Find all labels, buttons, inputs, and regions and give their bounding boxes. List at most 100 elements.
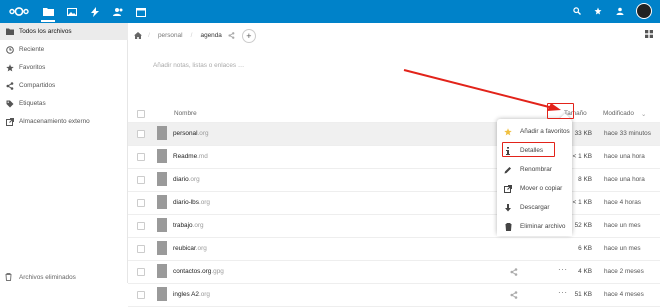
select-all-checkbox[interactable]	[137, 110, 145, 118]
menu-item-move-copy[interactable]: Mover o copiar	[497, 179, 572, 198]
folder-description-input[interactable]: Añadir notas, listas o enlaces …	[153, 62, 244, 69]
table-row[interactable]: Readme.md < 1 KB hace una hora	[128, 146, 660, 169]
table-row[interactable]: diario.org 8 KB hace una hora	[128, 169, 660, 192]
file-size: 4 KB	[578, 268, 592, 275]
share-icon[interactable]	[510, 291, 518, 299]
row-checkbox[interactable]	[137, 222, 145, 230]
file-modified: hace una hora	[604, 176, 645, 183]
external-icon	[5, 117, 14, 126]
menu-item-label: Descargar	[520, 204, 550, 211]
row-checkbox[interactable]	[137, 130, 145, 138]
folder-icon	[5, 27, 14, 36]
trash-icon	[504, 222, 512, 231]
file-modified: hace 4 meses	[604, 291, 644, 298]
sidebar-item-label: Todos los archivos	[19, 28, 72, 35]
share-icon[interactable]	[228, 32, 235, 39]
photos-icon[interactable]	[65, 5, 79, 18]
menu-item-rename[interactable]: Renombrar	[497, 160, 572, 179]
sidebar-item-favorites[interactable]: Favoritos	[0, 59, 128, 76]
sidebar-item-label: Archivos eliminados	[19, 273, 76, 281]
file-modified: hace una hora	[604, 153, 645, 160]
sidebar-item-external-storage[interactable]: Almacenamiento externo	[0, 113, 128, 130]
breadcrumb-personal[interactable]: personal	[154, 32, 187, 39]
breadcrumb-separator: /	[190, 32, 193, 39]
sidebar-item-label: Favoritos	[19, 64, 46, 71]
file-icon	[157, 241, 167, 255]
sidebar-item-label: Compartidos	[19, 82, 56, 89]
sidebar-item-tags[interactable]: Etiquetas	[0, 95, 128, 112]
annotation-highlight-more	[547, 103, 574, 119]
file-name[interactable]: personal.org	[173, 130, 209, 137]
breadcrumb-agenda[interactable]: agenda	[197, 32, 226, 39]
file-name[interactable]: Readme.md	[173, 153, 208, 160]
nextcloud-logo[interactable]	[8, 5, 30, 18]
calendar-icon[interactable]	[134, 5, 148, 18]
column-modified-header[interactable]: Modificado	[603, 110, 634, 117]
share-icon	[5, 81, 14, 90]
file-list-panel: / personal / agenda + Añadir notas, list…	[128, 23, 660, 307]
breadcrumb: / personal / agenda +	[134, 27, 256, 44]
file-name[interactable]: trabajo.org	[173, 222, 204, 229]
sidebar-item-label: Almacenamiento externo	[19, 118, 90, 125]
sort-desc-icon: ⌄	[641, 111, 647, 118]
menu-item-download[interactable]: Descargar	[497, 198, 572, 217]
contacts-menu-icon[interactable]	[614, 5, 626, 17]
annotation-highlight-details	[502, 142, 555, 157]
menu-item-label: Eliminar archivo	[520, 223, 566, 230]
add-new-button[interactable]: +	[241, 28, 256, 43]
search-icon[interactable]	[571, 5, 583, 17]
notifications-icon[interactable]	[592, 5, 604, 17]
table-row[interactable]: contactos.org.gpg ··· 4 KB hace 2 meses	[128, 261, 660, 284]
file-name[interactable]: diario-lbs.org	[173, 199, 210, 206]
file-modified: hace un mes	[604, 245, 641, 252]
contacts-icon[interactable]	[111, 5, 125, 18]
files-icon[interactable]	[41, 3, 55, 22]
file-icon	[157, 172, 167, 186]
file-icon	[157, 149, 167, 163]
tag-icon	[5, 99, 14, 108]
file-name[interactable]: diario.org	[173, 176, 200, 183]
table-row[interactable]: ingles A2.org ··· 51 KB hace 4 meses	[128, 284, 660, 307]
table-row[interactable]: reubicar.org 6 KB hace un mes	[128, 238, 660, 261]
home-icon[interactable]	[134, 32, 144, 39]
table-row[interactable]: diario-lbs.org < 1 KB hace 4 horas	[128, 192, 660, 215]
sidebar-item-all-files[interactable]: Todos los archivos	[0, 23, 128, 40]
download-icon	[504, 203, 512, 212]
external-icon	[504, 184, 512, 193]
row-checkbox[interactable]	[137, 176, 145, 184]
table-header: Nombre Tamaño Modificado ⌄	[128, 105, 660, 123]
file-modified: hace un mes	[604, 222, 641, 229]
row-checkbox[interactable]	[137, 268, 145, 276]
sidebar-item-shared[interactable]: Compartidos	[0, 77, 128, 94]
menu-item-delete[interactable]: Eliminar archivo	[497, 217, 572, 236]
table-row[interactable]: trabajo.org 52 KB hace un mes	[128, 215, 660, 238]
row-checkbox[interactable]	[137, 153, 145, 161]
file-name[interactable]: ingles A2.org	[173, 291, 210, 298]
sidebar-item-label: Reciente	[19, 46, 45, 53]
clock-icon	[5, 45, 14, 54]
avatar[interactable]	[636, 3, 652, 19]
sidebar-item-recent[interactable]: Reciente	[0, 41, 128, 58]
activity-icon[interactable]	[88, 5, 102, 18]
grid-view-icon[interactable]	[645, 30, 653, 38]
file-icon	[157, 195, 167, 209]
row-checkbox[interactable]	[137, 291, 145, 299]
file-icon	[157, 126, 167, 140]
file-name[interactable]: contactos.org.gpg	[173, 268, 224, 275]
menu-item-add-favorite[interactable]: Añadir a favoritos	[497, 122, 572, 141]
file-name[interactable]: reubicar.org	[173, 245, 207, 252]
file-icon	[157, 218, 167, 232]
trash-icon	[5, 273, 14, 282]
star-icon	[504, 127, 512, 136]
column-name-header[interactable]: Nombre	[174, 110, 197, 117]
pencil-icon	[504, 166, 512, 174]
sidebar: Todos los archivos Reciente Favoritos Co…	[0, 23, 128, 283]
table-row[interactable]: personal.org ··· 33 KB hace 33 minutos	[128, 123, 660, 146]
share-icon[interactable]	[510, 268, 518, 276]
row-checkbox[interactable]	[137, 245, 145, 253]
row-checkbox[interactable]	[137, 199, 145, 207]
file-size: 51 KB	[574, 291, 592, 298]
sidebar-item-deleted-files[interactable]: Archivos eliminados	[0, 271, 128, 283]
file-icon	[157, 287, 167, 301]
star-icon	[5, 63, 14, 72]
